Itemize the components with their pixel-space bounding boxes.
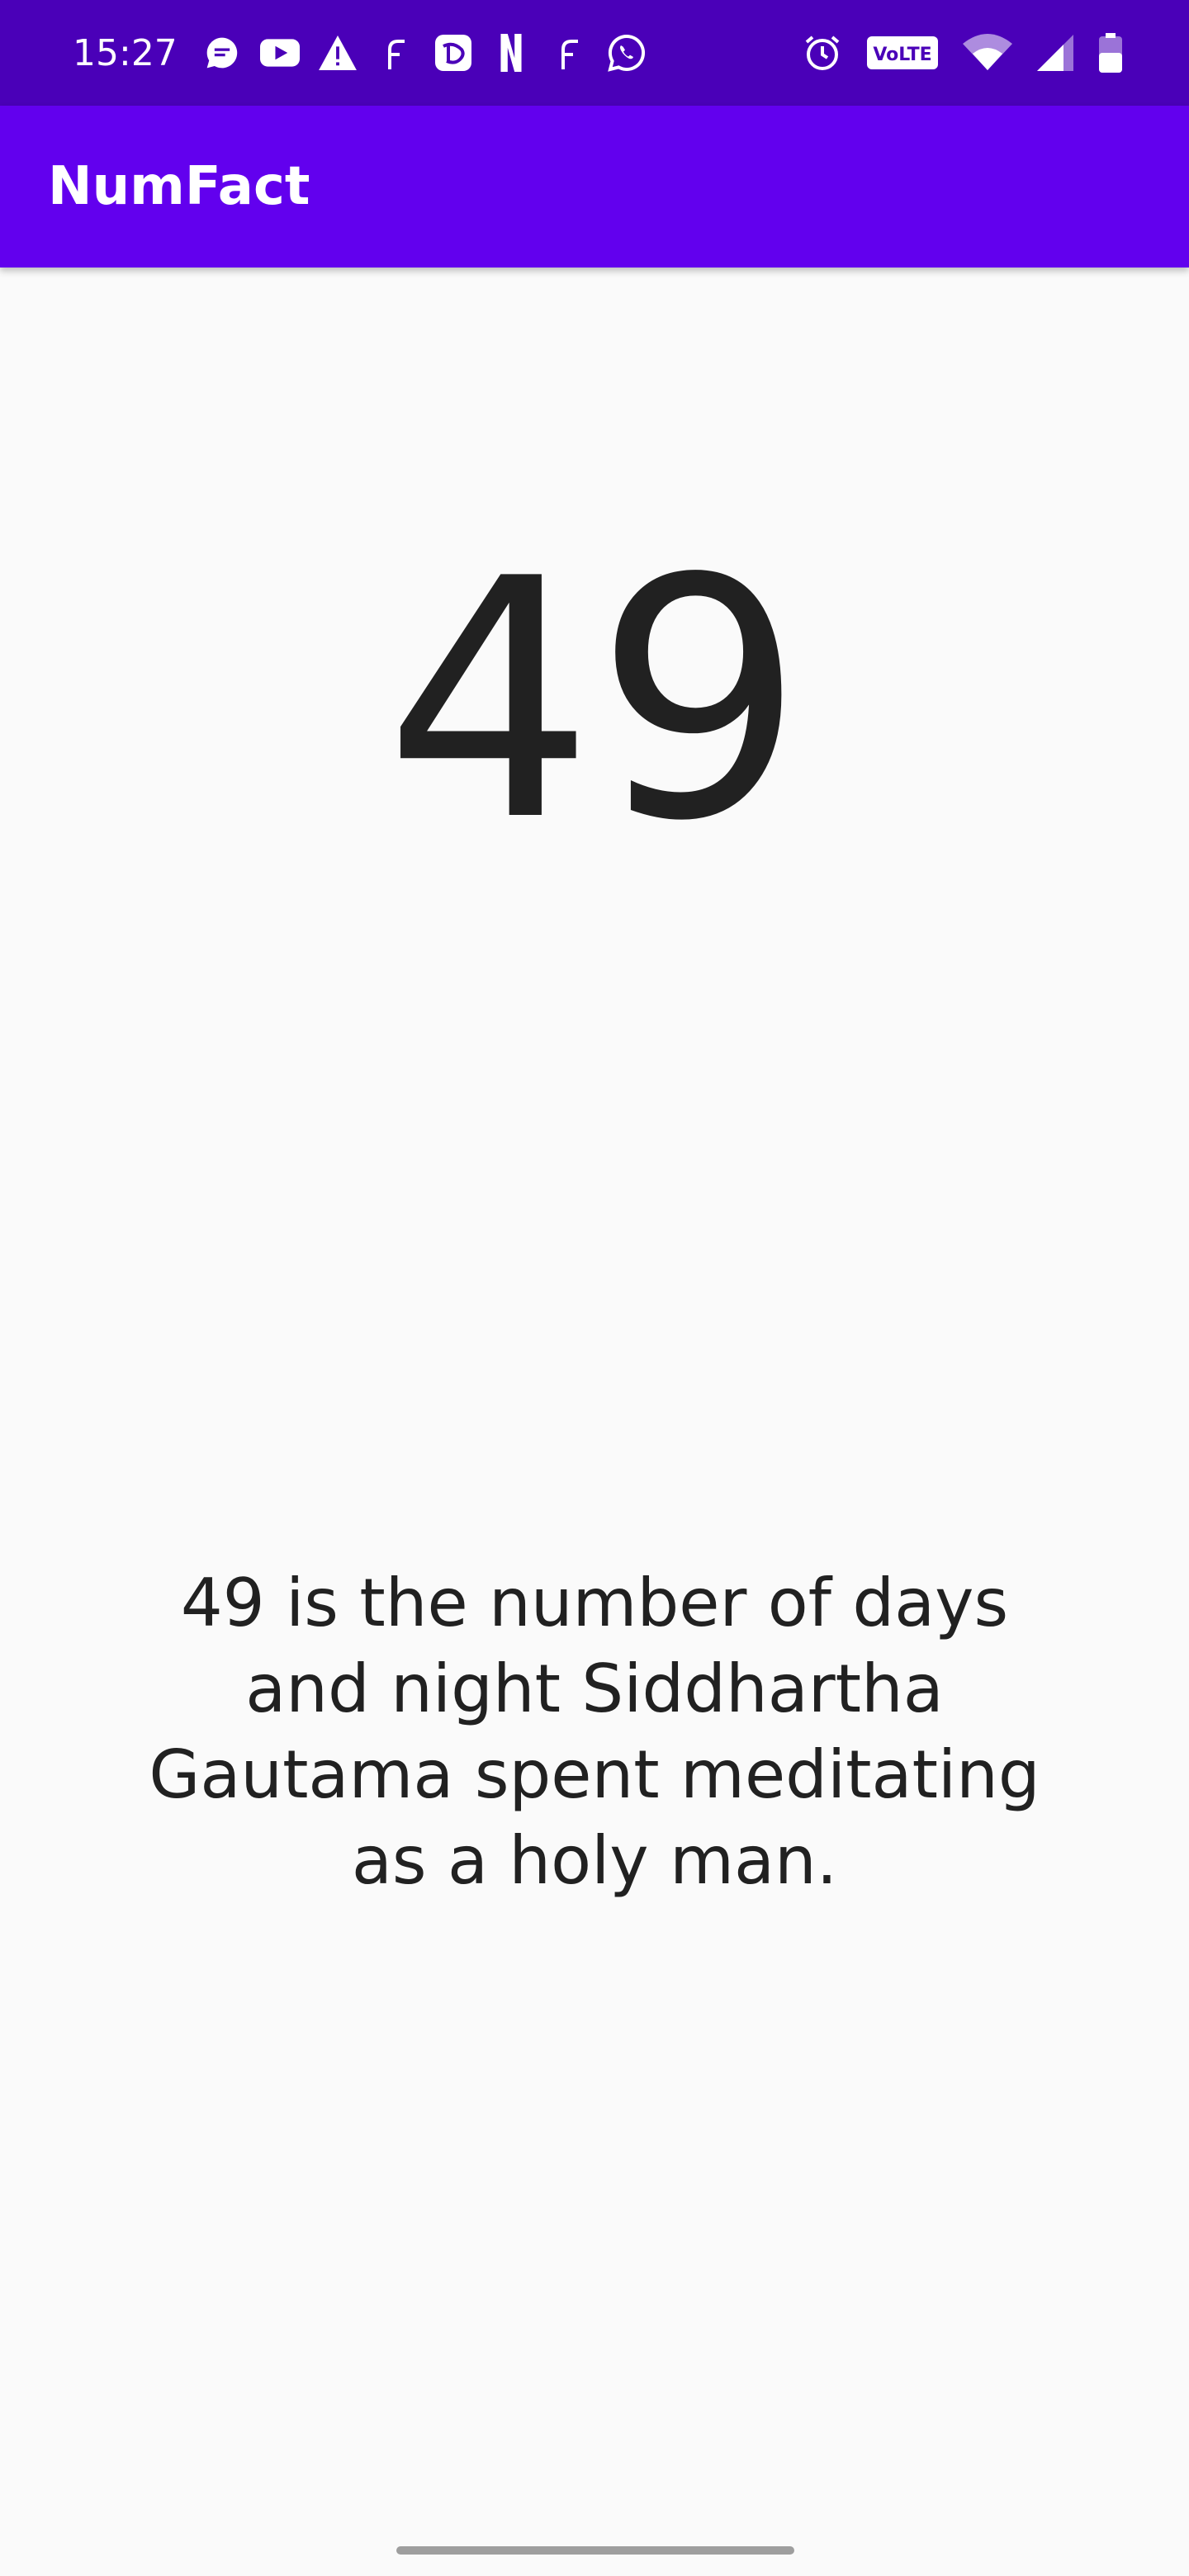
disney-icon	[433, 33, 473, 73]
alarm-icon	[803, 33, 842, 73]
chat-icon	[202, 33, 242, 73]
screen: 15:27 VoLTE NumFact 49 49 is the number …	[0, 0, 1189, 2576]
fact-text: 49 is the number of days and night Siddh…	[149, 1565, 1040, 1899]
f-icon	[376, 33, 415, 73]
home-indicator[interactable]	[396, 2546, 794, 2555]
netflix-icon	[491, 33, 531, 73]
wifi-icon	[963, 33, 1012, 73]
youtube-icon	[259, 33, 300, 73]
notification-icons	[202, 33, 647, 73]
f-icon-2	[549, 33, 589, 73]
signal-icon	[1035, 33, 1075, 73]
volte-icon: VoLTE	[865, 33, 940, 73]
app-bar: NumFact	[0, 106, 1189, 268]
warning-icon	[318, 33, 358, 73]
system-icons: VoLTE	[803, 33, 1123, 73]
app-title: NumFact	[48, 156, 310, 217]
status-bar: 15:27 VoLTE	[0, 0, 1189, 106]
battery-icon	[1098, 33, 1123, 73]
whatsapp-icon	[607, 33, 647, 73]
volte-label: VoLTE	[873, 45, 931, 65]
number-display: 49	[384, 509, 805, 893]
status-time: 15:27	[73, 31, 178, 74]
